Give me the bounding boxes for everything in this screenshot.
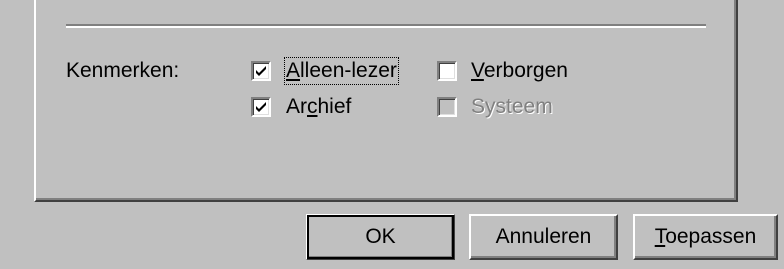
hidden-label[interactable]: Verborgen: [471, 59, 568, 83]
checkmark-icon: [256, 102, 266, 112]
system-label: Systeem: [471, 95, 553, 118]
read-only-checkbox[interactable]: [251, 61, 271, 81]
system-checkbox: [437, 97, 457, 117]
apply-mnemonic: T: [654, 225, 666, 248]
archive-label-text: hief: [317, 95, 352, 118]
archive-label[interactable]: Archief: [286, 95, 351, 119]
hidden-label-text: erborgen: [483, 59, 568, 82]
separator-line: [66, 24, 706, 28]
checkmark-icon: [256, 66, 266, 76]
read-only-label-text: lleen-lezer: [300, 59, 397, 82]
ok-button[interactable]: OK: [306, 214, 455, 260]
attributes-label: Kenmerken:: [66, 59, 180, 82]
cancel-button[interactable]: Annuleren: [469, 214, 618, 260]
hidden-mnemonic: V: [471, 59, 484, 82]
properties-panel: [34, 0, 738, 202]
archive-mnemonic: c: [307, 95, 318, 118]
archive-checkbox[interactable]: [251, 97, 271, 117]
apply-button[interactable]: Toepassen: [633, 214, 778, 260]
read-only-label[interactable]: Alleen-lezer: [284, 57, 399, 85]
archive-label-prefix: Ar: [286, 95, 307, 118]
hidden-checkbox[interactable]: [437, 61, 457, 81]
apply-label-text: oepassen: [665, 225, 757, 248]
read-only-mnemonic: A: [286, 59, 301, 82]
